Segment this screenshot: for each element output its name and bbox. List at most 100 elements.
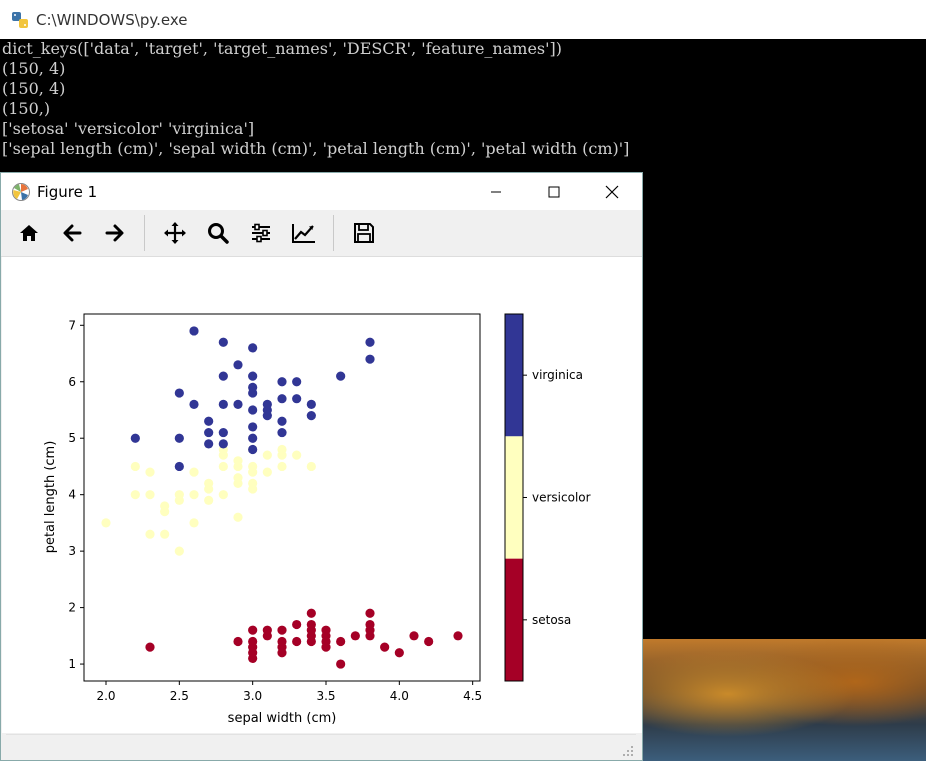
data-point-versicolor xyxy=(174,546,184,556)
python-icon xyxy=(12,11,28,28)
save-icon xyxy=(353,223,374,243)
console-line: dict_keys(['data', 'target', 'target_nam… xyxy=(2,39,562,58)
x-tick-label: 4.5 xyxy=(463,689,482,703)
x-tick-label: 3.5 xyxy=(316,689,335,703)
subplots-icon xyxy=(251,223,270,243)
data-point-versicolor xyxy=(130,461,140,472)
data-point-setosa xyxy=(248,636,258,647)
figure-canvas[interactable]: 2.0 2.5 3.0 3.5 4.0 4.5 1 2 3 4 5 6 7 sepal width (… xyxy=(2,257,642,733)
data-point-virginica xyxy=(248,371,258,381)
data-point-virginica xyxy=(189,399,199,409)
y-tick-label: 1 xyxy=(68,657,76,671)
data-point-virginica xyxy=(204,416,214,426)
data-point-versicolor xyxy=(218,461,228,472)
data-point-virginica xyxy=(204,427,214,438)
maximize-icon xyxy=(548,186,560,197)
data-point-virginica xyxy=(336,371,346,381)
data-point-versicolor xyxy=(204,495,214,505)
data-point-versicolor xyxy=(160,529,170,539)
data-point-versicolor xyxy=(145,490,155,500)
forward-button[interactable] xyxy=(93,213,136,253)
data-point-setosa xyxy=(394,648,404,658)
desktop-wallpaper xyxy=(643,639,926,761)
data-point-virginica xyxy=(365,337,375,347)
close-button[interactable] xyxy=(583,173,641,210)
data-point-virginica xyxy=(218,427,228,438)
resize-grip-icon[interactable] xyxy=(622,745,634,757)
y-tick-label: 3 xyxy=(68,544,76,558)
data-point-virginica xyxy=(174,461,184,472)
save-button[interactable] xyxy=(342,213,385,253)
data-point-setosa xyxy=(321,625,331,635)
data-point-virginica xyxy=(277,416,287,426)
zoom-button[interactable] xyxy=(196,213,239,253)
data-point-virginica xyxy=(218,439,228,449)
data-point-virginica xyxy=(233,399,243,409)
data-point-versicolor xyxy=(292,450,302,460)
data-point-setosa xyxy=(365,608,375,618)
minimize-button[interactable] xyxy=(467,173,525,210)
data-point-setosa xyxy=(277,625,287,635)
data-point-versicolor xyxy=(204,478,214,488)
data-point-setosa xyxy=(262,625,272,635)
data-point-virginica xyxy=(248,382,258,392)
data-point-virginica xyxy=(248,405,258,415)
console-line: (150, 4) xyxy=(2,59,66,78)
data-point-versicolor xyxy=(189,467,199,477)
back-button[interactable] xyxy=(50,213,93,253)
data-point-virginica xyxy=(174,388,184,398)
x-tick-label: 3.0 xyxy=(243,689,262,703)
data-point-setosa xyxy=(365,619,375,630)
console-line: (150,) xyxy=(2,99,51,118)
x-tick-label: 4.0 xyxy=(390,689,409,703)
data-point-versicolor xyxy=(248,461,258,472)
console-titlebar[interactable]: C:\WINDOWS\py.exe xyxy=(0,0,926,39)
home-button[interactable] xyxy=(7,213,50,253)
data-point-versicolor xyxy=(145,529,155,539)
data-point-virginica xyxy=(218,337,228,347)
data-point-setosa xyxy=(306,619,316,630)
data-point-versicolor xyxy=(277,461,287,472)
data-point-virginica xyxy=(277,377,287,387)
data-point-virginica xyxy=(233,360,243,370)
data-point-virginica xyxy=(174,433,184,443)
data-point-versicolor xyxy=(233,512,243,522)
scatter-chart: 2.0 2.5 3.0 3.5 4.0 4.5 1 2 3 4 5 6 7 sepal width (… xyxy=(43,313,591,726)
console-line: ['setosa' 'versicolor' 'virginica'] xyxy=(2,119,255,138)
data-point-setosa xyxy=(336,659,346,669)
pan-icon xyxy=(163,222,186,244)
customize-icon xyxy=(291,224,315,243)
data-point-setosa xyxy=(292,636,302,647)
subplots-button[interactable] xyxy=(239,213,282,253)
data-point-virginica xyxy=(277,394,287,404)
maximize-button[interactable] xyxy=(525,173,583,210)
data-point-virginica xyxy=(292,394,302,404)
data-point-setosa xyxy=(350,631,360,641)
colorbar-label: versicolor xyxy=(532,491,591,505)
colorbar-segment-versicolor xyxy=(505,436,523,559)
toolbar xyxy=(1,210,642,257)
pan-button[interactable] xyxy=(153,213,196,253)
data-point-virginica xyxy=(218,371,228,381)
toolbar-separator xyxy=(333,215,334,251)
data-point-virginica xyxy=(277,427,287,438)
toolbar-separator xyxy=(144,215,145,251)
data-point-setosa xyxy=(409,631,419,641)
y-tick-label: 6 xyxy=(68,375,76,389)
data-point-virginica xyxy=(365,354,375,364)
data-point-versicolor xyxy=(306,461,316,472)
y-tick-label: 5 xyxy=(68,431,76,445)
colorbar-segment-virginica xyxy=(505,314,523,437)
status-bar xyxy=(6,734,636,759)
y-axis-label: petal length (cm) xyxy=(43,441,58,554)
console-line: (150, 4) xyxy=(2,79,66,98)
y-tick-label: 4 xyxy=(68,488,76,502)
data-point-virginica xyxy=(248,433,258,443)
data-point-virginica xyxy=(248,444,258,455)
customize-button[interactable] xyxy=(282,213,325,253)
home-icon xyxy=(19,225,38,241)
figure-titlebar[interactable]: Figure 1 xyxy=(1,173,642,210)
data-point-virginica xyxy=(204,439,214,449)
data-point-virginica xyxy=(218,399,228,409)
data-point-setosa xyxy=(453,631,463,641)
